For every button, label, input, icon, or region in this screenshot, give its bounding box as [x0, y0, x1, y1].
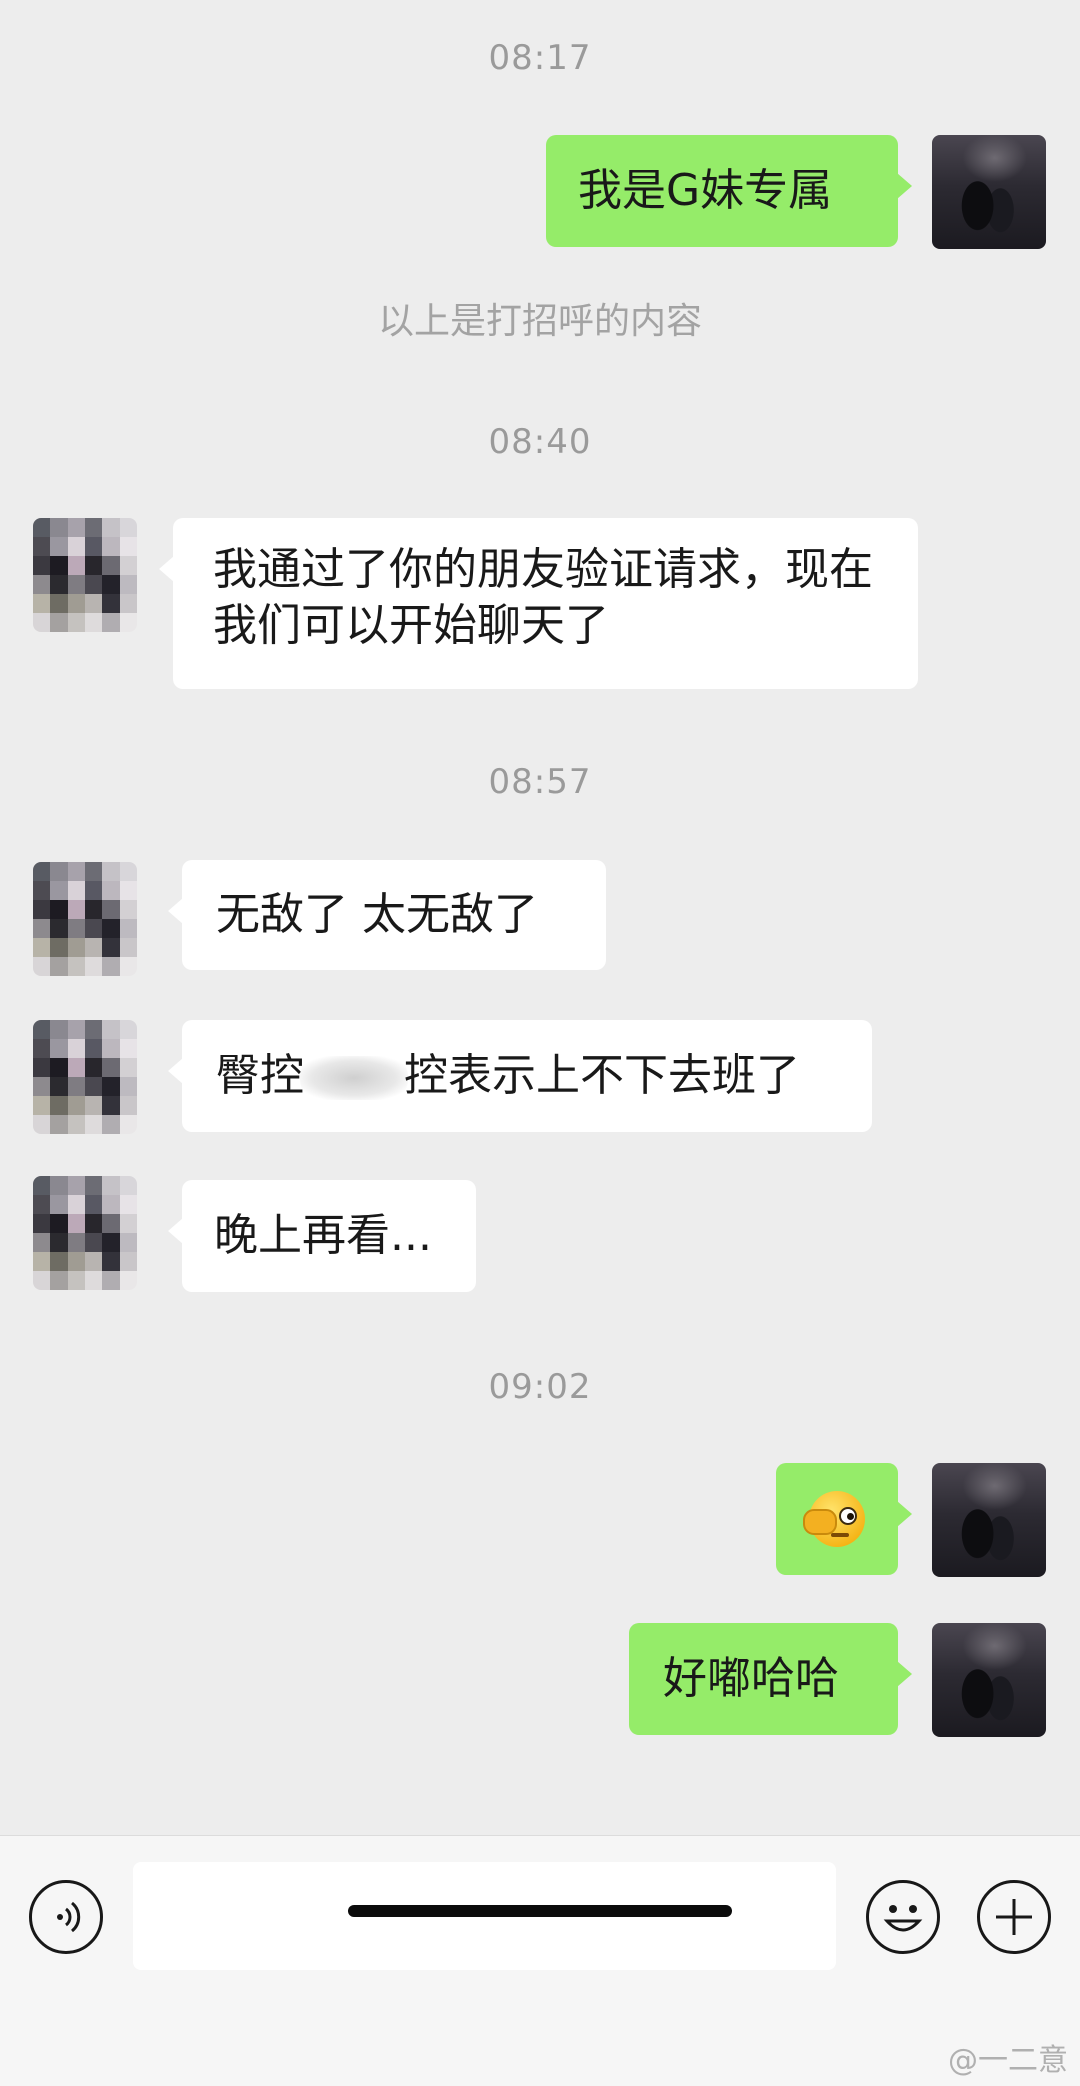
watermark: @一二意 — [948, 2043, 1068, 2078]
plus-icon[interactable] — [977, 1880, 1051, 1954]
message-text: 我是G妹专属 — [578, 165, 833, 216]
message-text: 我通过了你的朋友验证请求，现在我们可以开始聊天了 — [213, 544, 873, 651]
timestamp: 08:57 — [488, 762, 592, 802]
message-bubble-incoming[interactable]: 无敌了 太无敌了 — [168, 860, 606, 970]
message-text: 无敌了 太无敌了 — [216, 889, 538, 940]
timestamp: 08:40 — [488, 422, 592, 462]
smiley-icon[interactable] — [866, 1880, 940, 1954]
redaction-smudge — [300, 1056, 408, 1100]
timestamp: 08:17 — [488, 38, 592, 78]
message-bubble-outgoing-emoji[interactable] — [776, 1463, 912, 1575]
message-bubble-outgoing[interactable]: 好嘟哈哈 — [629, 1623, 912, 1735]
message-text: 晚上再看... — [214, 1210, 432, 1261]
message-bubble-outgoing[interactable]: 我是G妹专属 — [546, 135, 912, 247]
message-text: 好嘟哈哈 — [663, 1653, 839, 1704]
message-bubble-incoming[interactable]: 我通过了你的朋友验证请求，现在我们可以开始聊天了 — [159, 518, 918, 689]
message-bubble-incoming[interactable]: 臀控 控表示上不下去班了 — [168, 1020, 872, 1132]
self-avatar[interactable] — [932, 1623, 1046, 1737]
face-with-hand-over-eye-emoji — [803, 1491, 865, 1547]
system-note: 以上是打招呼的内容 — [377, 301, 702, 342]
message-text-part: 控表示上不下去班了 — [404, 1050, 800, 1101]
contact-avatar[interactable] — [33, 862, 137, 976]
contact-avatar[interactable] — [33, 1020, 137, 1134]
self-avatar[interactable] — [932, 135, 1046, 249]
chat-input-bar — [0, 1835, 1080, 2086]
message-text-part: 臀控 — [216, 1050, 304, 1101]
timestamp: 09:02 — [488, 1367, 592, 1407]
self-avatar[interactable] — [932, 1463, 1046, 1577]
contact-avatar[interactable] — [33, 1176, 137, 1290]
contact-avatar[interactable] — [33, 518, 137, 632]
home-indicator[interactable] — [348, 1905, 732, 1917]
message-bubble-incoming[interactable]: 晚上再看... — [168, 1180, 476, 1292]
voice-icon[interactable] — [29, 1880, 103, 1954]
